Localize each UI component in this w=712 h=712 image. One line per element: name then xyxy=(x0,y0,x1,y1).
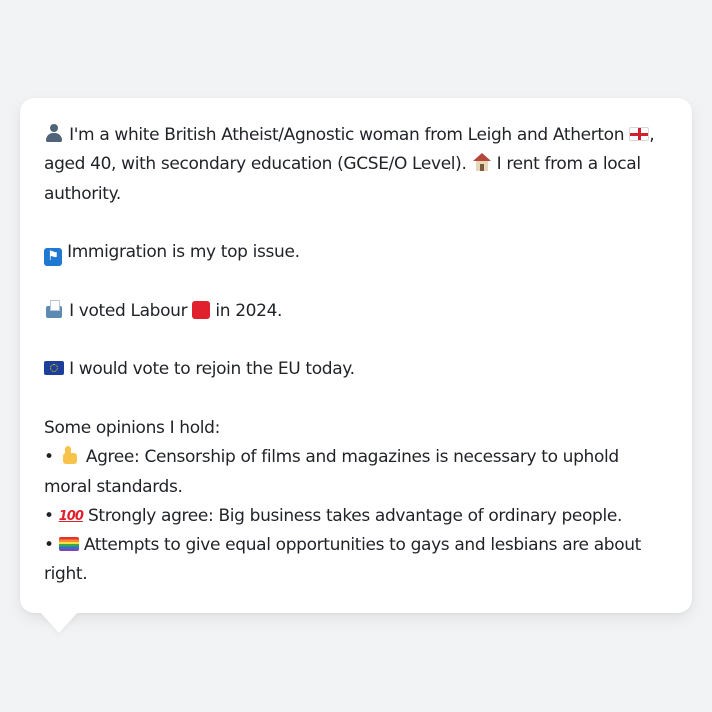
opinion-item: • Attempts to give equal opportunities t… xyxy=(44,531,668,590)
hundred-points-icon: 100 xyxy=(58,508,84,524)
person-silhouette-icon xyxy=(44,123,64,143)
bubble-tail xyxy=(40,612,78,633)
intro-paragraph: I'm a white British Atheist/Agnostic wom… xyxy=(44,121,668,209)
bullet: • xyxy=(44,505,54,526)
house-icon xyxy=(472,152,492,172)
bullet: • xyxy=(44,535,54,556)
eu-text: I would vote to rejoin the EU today. xyxy=(69,359,355,380)
vote-text-prefix: I voted Labour xyxy=(69,300,188,321)
england-flag-icon xyxy=(629,127,650,141)
opinion-text: Agree: Censorship of films and magazines… xyxy=(44,447,619,497)
thumbs-up-icon xyxy=(59,445,81,465)
top-issue-paragraph: ⚑ Immigration is my top issue. xyxy=(44,238,668,267)
passport-control-icon: ⚑ xyxy=(44,248,62,267)
opinion-item: • Agree: Censorship of films and magazin… xyxy=(44,443,668,502)
top-issue-text: Immigration is my top issue. xyxy=(67,242,300,263)
red-square-icon xyxy=(192,300,211,319)
opinion-text: Strongly agree: Big business takes advan… xyxy=(87,505,623,526)
intro-text-1: I'm a white British Atheist/Agnostic wom… xyxy=(69,125,625,145)
message-bubble: I'm a white British Atheist/Agnostic wom… xyxy=(20,98,692,613)
vote-paragraph: I voted Labour in 2024. xyxy=(44,297,668,326)
bullet: • xyxy=(44,447,54,468)
opinion-text: Attempts to give equal opportunities to … xyxy=(44,535,641,585)
rainbow-flag-icon xyxy=(58,537,79,552)
opinions-heading: Some opinions I hold: xyxy=(44,417,220,438)
eu-paragraph: I would vote to rejoin the EU today. xyxy=(44,355,668,384)
eu-flag-icon xyxy=(44,361,64,376)
opinion-item: • 100 Strongly agree: Big business takes… xyxy=(44,502,668,531)
vote-text-suffix: in 2024. xyxy=(215,300,283,321)
ballot-box-icon xyxy=(44,299,64,319)
